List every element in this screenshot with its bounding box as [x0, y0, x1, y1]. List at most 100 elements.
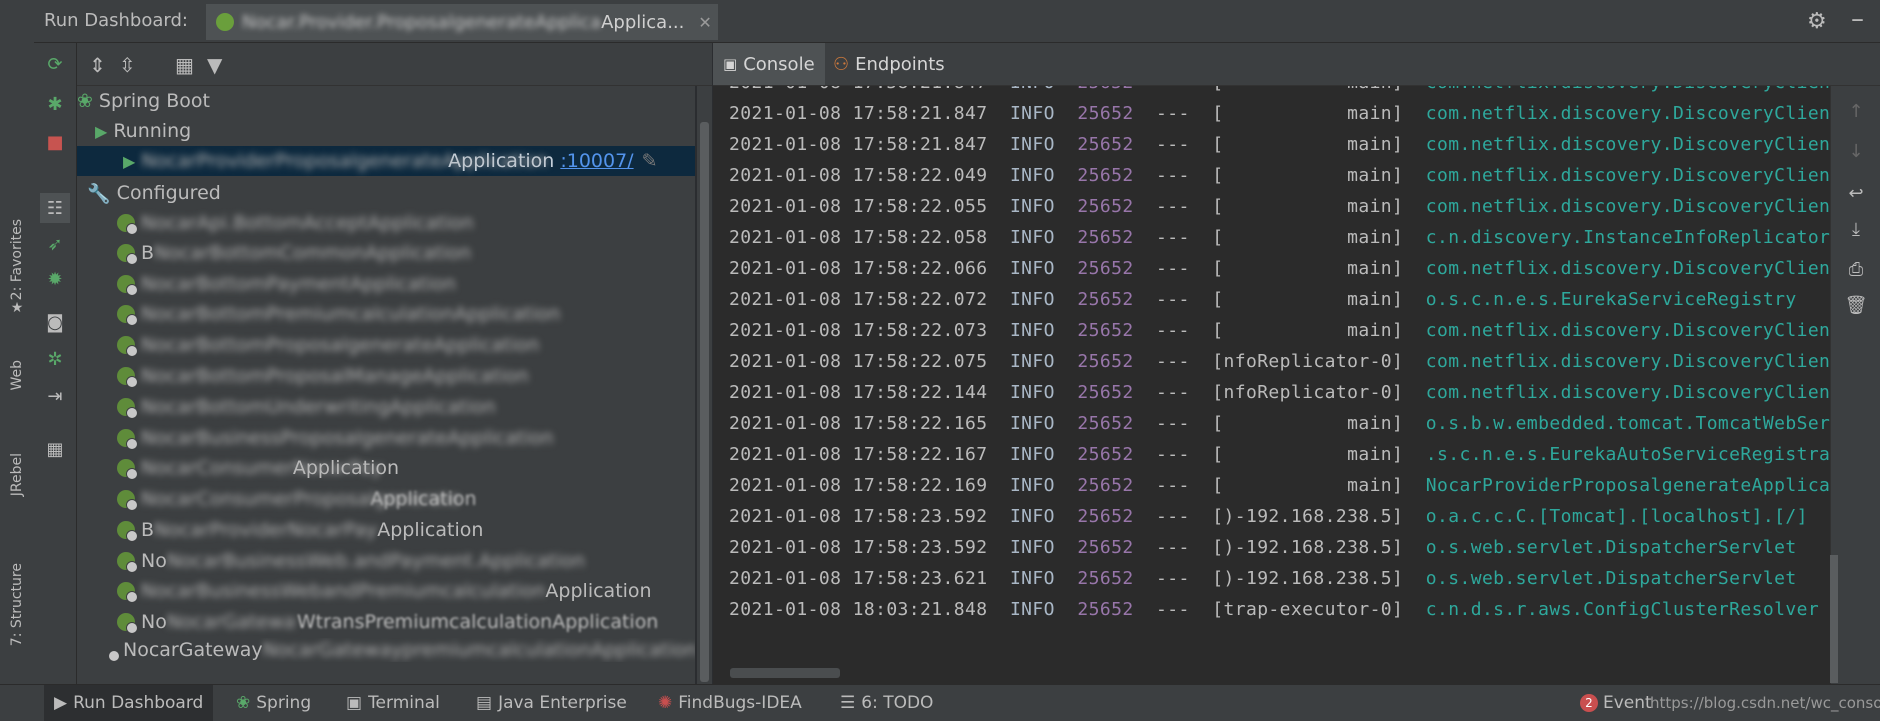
config-item-blurred: NocarBusinessWeb.andPayment.Application	[166, 550, 585, 572]
tree-node-running-app[interactable]: ▶ NocarProviderProposalgenerateApplicati…	[77, 146, 695, 176]
soft-wrap-icon[interactable]: ↩	[1845, 182, 1867, 204]
web-tab[interactable]: Web	[0, 345, 34, 405]
tree-config-item[interactable]: NocarApi.BottomAcceptApplication	[77, 208, 695, 238]
log-class: com.netflix.discovery.DiscoveryClient	[1425, 258, 1830, 279]
down-arrow-icon[interactable]: ↓	[1845, 140, 1867, 162]
config-item-text: Application	[545, 580, 652, 602]
config-item-text: B	[141, 519, 155, 541]
group-by-icon[interactable]: ▦	[175, 53, 194, 77]
spring-boot-config-icon	[117, 613, 138, 634]
port-link[interactable]: :10007/	[560, 150, 633, 172]
config-item-suffix: WtransPremiumcalculationApplication	[296, 611, 659, 633]
tab-console-label: Console	[743, 53, 815, 75]
watermark-text: https://blog.csdn.net/wc_consoler	[1650, 694, 1880, 712]
structure-label: 7: Structure	[9, 563, 25, 647]
console-line: 2021-01-08 17:58:22.144 INFO 25652 --- […	[729, 377, 1830, 408]
tree-node-running[interactable]: ▶ Running	[77, 116, 695, 146]
log-class: com.netflix.discovery.DiscoveryClient	[1425, 196, 1830, 217]
log-separator: ---	[1156, 103, 1190, 124]
log-thread: [ main]	[1212, 475, 1404, 496]
run-icon[interactable]: ➶	[44, 233, 66, 255]
edit-icon[interactable]: ✎	[642, 150, 658, 172]
filter-icon[interactable]: ▼	[207, 53, 222, 77]
spring-boot-config-icon	[117, 244, 138, 265]
minimize-icon[interactable]: –	[1851, 4, 1864, 34]
play-icon: ▶	[123, 151, 136, 171]
tab-java-enterprise[interactable]: ▤ Java Enterprise	[466, 685, 637, 721]
log-class: o.s.b.w.embedded.tomcat.TomcatWebServer	[1425, 413, 1830, 434]
layout-icon[interactable]: ▦	[44, 438, 66, 460]
tree-config-item[interactable]: B NocarBottomCommonApplication	[77, 238, 695, 268]
gear-icon[interactable]: ⚙	[1807, 9, 1827, 34]
tree-config-item[interactable]: NocarBottomUnderwritingApplication	[77, 392, 695, 422]
tree-config-item[interactable]: NocarConsumerProposalgenerate Applicatio…	[77, 484, 695, 514]
tree-config-item[interactable]: NocarGateway NocarGatewaypremiumcalculat…	[77, 638, 695, 662]
config-item-blurred: NocarGateway.Wtrans	[166, 611, 297, 633]
console-line: 2021-01-08 17:58:22.167 INFO 25652 --- […	[729, 439, 1830, 470]
console-line: 2021-01-08 17:58:22.072 INFO 25652 --- […	[729, 284, 1830, 315]
log-timestamp: 2021-01-08 17:58:22.144	[729, 382, 988, 403]
tab-spring[interactable]: ❀ Spring	[226, 685, 321, 721]
debug-run-icon[interactable]: ✹	[44, 268, 66, 290]
up-arrow-icon[interactable]: ↑	[1845, 100, 1867, 122]
list-icon: ☰	[840, 693, 856, 713]
tab-findbugs-label: FindBugs-IDEA	[678, 693, 802, 713]
log-pid: 25652	[1077, 351, 1134, 372]
debug-icon[interactable]: ✱	[44, 93, 66, 115]
tree-config-item[interactable]: NocarBusinessWebandPremiumcalculation Ap…	[77, 576, 695, 606]
attach-debugger-icon[interactable]: ✲	[44, 348, 66, 370]
structure-tab[interactable]: 7: Structure	[0, 550, 34, 660]
jrebel-tab[interactable]: JRebel	[0, 440, 34, 510]
login-icon[interactable]: ⇥	[44, 385, 66, 407]
config-item-blurred: NocarBottomProposalgenerateApplication	[141, 334, 540, 356]
tab-endpoints[interactable]: ⚇ Endpoints	[823, 43, 955, 85]
stop-icon[interactable]: ■	[44, 131, 66, 153]
endpoints-icon: ⚇	[833, 53, 850, 75]
tree-config-item[interactable]: NocarConsumerNocarPay Application	[77, 453, 695, 483]
rerun-icon[interactable]: ⟳	[44, 53, 66, 75]
log-pid: 25652	[1077, 134, 1134, 155]
tree-config-item[interactable]: NocarBottomProposalManageApplication	[77, 361, 695, 391]
console-line: 2021-01-08 17:58:21.847 INFO 25652 --- […	[729, 129, 1830, 160]
run-config-tab[interactable]: Nocar.Provider.ProposalgenerateApplica A…	[206, 4, 718, 40]
tab-todo[interactable]: ☰ 6: TODO	[830, 685, 943, 721]
log-separator: ---	[1156, 537, 1190, 558]
group-tree-icon[interactable]: ☷	[40, 193, 70, 223]
expand-all-icon[interactable]: ⇕	[89, 53, 106, 77]
collapse-all-icon[interactable]: ⇳	[119, 53, 136, 77]
tab-terminal-label: Terminal	[368, 693, 440, 713]
camera-icon[interactable]: ◙	[44, 311, 66, 333]
console-horizontal-scrollbar[interactable]	[730, 668, 840, 678]
log-level: INFO	[1009, 320, 1055, 341]
log-level: INFO	[1009, 413, 1055, 434]
tree-config-item[interactable]: NocarBottomPaymentApplication	[77, 269, 695, 299]
tree-config-item[interactable]: No NocarBusinessWeb.andPayment.Applicati…	[77, 546, 695, 576]
tree-node-spring-boot[interactable]: ❀ Spring Boot	[77, 86, 695, 116]
tab-console[interactable]: ▣ Console	[713, 43, 825, 85]
tab-java-enterprise-label: Java Enterprise	[498, 693, 627, 713]
tree-scrollbar[interactable]	[697, 86, 712, 684]
tab-findbugs[interactable]: ✺ FindBugs-IDEA	[648, 685, 812, 721]
tab-terminal[interactable]: ▣ Terminal	[336, 685, 450, 721]
tab-text: Applica...	[601, 11, 685, 33]
log-timestamp: 2021-01-08 17:58:23.621	[729, 568, 988, 589]
console-output[interactable]: 2021-01-08 17:58:21.847 INFO 25652 --- […	[713, 86, 1830, 684]
tree-config-item[interactable]: NocarBottomProposalgenerateApplication	[77, 330, 695, 360]
tree-node-configured[interactable]: 🔧 Configured	[77, 178, 695, 208]
log-thread: [ main]	[1212, 289, 1404, 310]
running-app-blurred: NocarProviderProposalgenerateApplication	[141, 150, 549, 172]
close-icon[interactable]: ✕	[698, 13, 711, 32]
trash-icon[interactable]: 🗑	[1845, 294, 1868, 316]
tree-config-item[interactable]: No NocarGateway.Wtrans WtransPremiumcalc…	[77, 607, 695, 637]
tree-config-item[interactable]: NocarBottomPremiumcalculationApplication	[77, 299, 695, 329]
log-pid: 25652	[1077, 475, 1134, 496]
tree-scroll-thumb[interactable]	[700, 122, 709, 682]
config-item-suffix: Application	[377, 519, 484, 541]
console-vertical-scrollbar[interactable]	[1830, 555, 1838, 683]
tab-run-dashboard[interactable]: ▶ Run Dashboard	[44, 685, 214, 721]
scroll-to-end-icon[interactable]: ⤓	[1845, 218, 1867, 240]
print-icon[interactable]: ⎙	[1845, 258, 1867, 280]
tree-config-item[interactable]: B NocarProviderNocarPay Application	[77, 515, 695, 545]
tree-config-item[interactable]: NocarBusinessProposalgenerateApplication	[77, 423, 695, 453]
log-pid: 25652	[1077, 289, 1134, 310]
